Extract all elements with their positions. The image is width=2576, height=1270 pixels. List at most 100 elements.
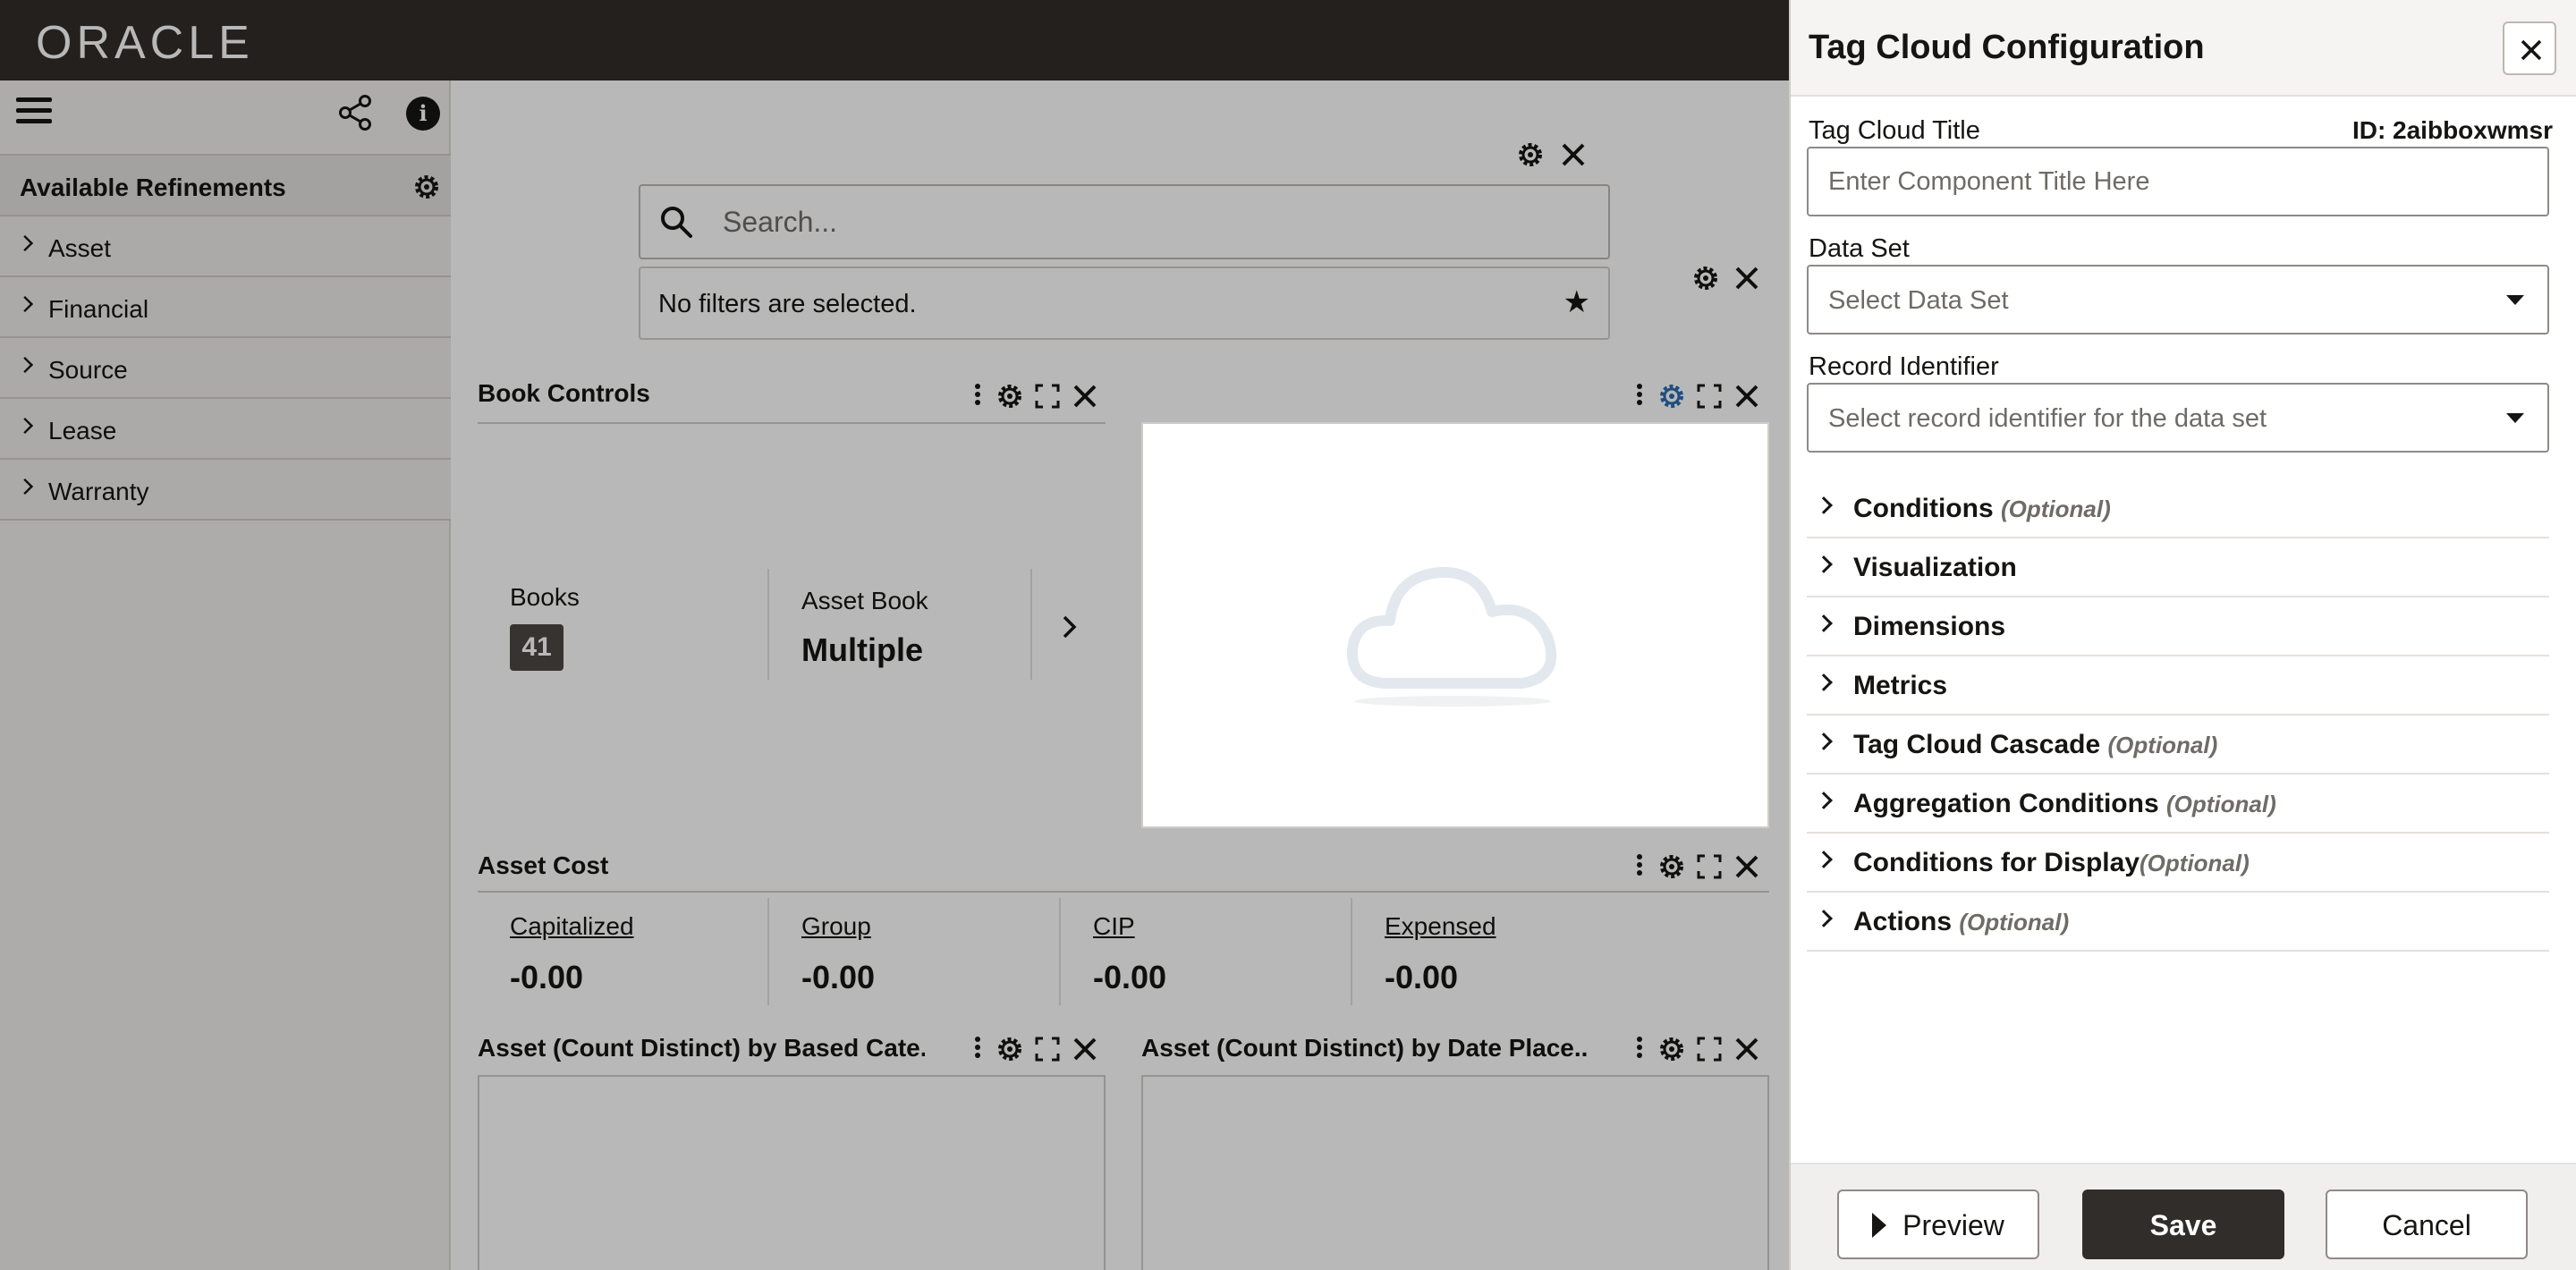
refinement-item-asset[interactable]: Asset: [0, 216, 451, 277]
gear-icon[interactable]: [1515, 140, 1546, 170]
section-dimensions[interactable]: Dimensions: [1807, 597, 2549, 656]
preview-button[interactable]: Preview: [1837, 1190, 2039, 1259]
close-icon[interactable]: [1732, 263, 1762, 293]
chevron-right-icon: [1815, 851, 1833, 868]
books-count-badge[interactable]: 41: [510, 624, 564, 671]
divider: [767, 898, 769, 1005]
more-options-icon[interactable]: [971, 381, 984, 411]
book-controls-title: Book Controls: [478, 379, 650, 407]
cip-link[interactable]: CIP: [1093, 912, 1135, 941]
section-metrics[interactable]: Metrics: [1807, 656, 2549, 715]
optional-tag: (Optional): [2140, 850, 2250, 876]
divider: [767, 569, 769, 680]
no-filters-text: No filters are selected.: [658, 290, 917, 318]
asset-book-value: Multiple: [801, 631, 923, 668]
section-conditions[interactable]: Conditions (Optional): [1807, 479, 2549, 538]
gear-icon[interactable]: [1690, 263, 1721, 293]
more-options-icon[interactable]: [1633, 1034, 1646, 1064]
section-conditions-for-display[interactable]: Conditions for Display(Optional): [1807, 834, 2549, 893]
more-options-icon[interactable]: [1633, 851, 1646, 882]
chevron-right-icon: [1815, 673, 1833, 691]
section-label: Aggregation Conditions (Optional): [1853, 789, 2276, 819]
chevron-right-icon: [1815, 496, 1833, 514]
more-options-icon[interactable]: [1633, 381, 1646, 411]
section-tag-cloud-cascade[interactable]: Tag Cloud Cascade (Optional): [1807, 715, 2549, 775]
panel-toolbar: i: [0, 80, 451, 154]
refinements-header: Available Refinements: [0, 154, 451, 216]
gear-icon[interactable]: [1657, 851, 1687, 882]
refinement-item-lease[interactable]: Lease: [0, 399, 451, 460]
section-actions[interactable]: Actions (Optional): [1807, 893, 2549, 952]
divider: [478, 891, 1769, 893]
asset-cost-title: Asset Cost: [478, 851, 609, 879]
maximize-icon[interactable]: [1694, 381, 1724, 411]
oracle-logo[interactable]: ORACLE: [36, 16, 254, 70]
info-icon[interactable]: i: [406, 97, 440, 131]
close-icon[interactable]: [1732, 851, 1762, 882]
chevron-right-icon: [1815, 910, 1833, 927]
section-name: Conditions for Display: [1853, 848, 2140, 877]
star-icon[interactable]: ★: [1563, 284, 1590, 320]
section-aggregation-conditions[interactable]: Aggregation Conditions (Optional): [1807, 775, 2549, 834]
close-icon[interactable]: [1070, 381, 1100, 411]
close-icon: [2521, 39, 2542, 61]
gear-icon[interactable]: [995, 1034, 1025, 1064]
divider: [1030, 569, 1032, 680]
section-label: Conditions for Display(Optional): [1853, 848, 2250, 878]
books-label: Books: [510, 583, 580, 611]
refinement-item-financial[interactable]: Financial: [0, 277, 451, 338]
chevron-right-icon: [16, 295, 34, 313]
close-icon[interactable]: [1558, 140, 1589, 170]
chart-left-title: Asset (Count Distinct) by Based Cate...: [478, 1034, 925, 1062]
group-link[interactable]: Group: [801, 912, 871, 941]
component-id: ID: 2aibboxwmsr: [2351, 116, 2553, 144]
tag-cloud-title-input[interactable]: [1807, 147, 2549, 216]
gear-icon[interactable]: [1657, 381, 1687, 411]
record-identifier-placeholder: Select record identifier for the data se…: [1828, 404, 2267, 433]
maximize-icon[interactable]: [1032, 1034, 1063, 1064]
refinement-label: Financial: [48, 295, 149, 323]
gear-icon[interactable]: [995, 381, 1025, 411]
hamburger-menu-icon[interactable]: [16, 91, 55, 131]
save-button[interactable]: Save: [2082, 1190, 2284, 1259]
refinements-panel: i Available Refinements Asset Financial …: [0, 80, 451, 1270]
optional-tag: (Optional): [2165, 791, 2276, 817]
share-icon[interactable]: [336, 93, 376, 132]
tag-cloud-placeholder-card[interactable]: [1141, 422, 1769, 828]
section-name: Actions: [1853, 907, 1953, 936]
section-name: Aggregation Conditions: [1853, 789, 2159, 818]
cancel-button[interactable]: Cancel: [2326, 1190, 2528, 1259]
close-icon[interactable]: [1070, 1034, 1100, 1064]
top-bar: ORACLE: [0, 0, 1789, 80]
tag-cloud-config-drawer: Tag Cloud Configuration Tag Cloud Title …: [1789, 0, 2576, 1270]
close-drawer-button[interactable]: [2503, 21, 2556, 75]
section-label: Conditions (Optional): [1853, 494, 2111, 524]
close-icon[interactable]: [1732, 1034, 1762, 1064]
maximize-icon[interactable]: [1694, 851, 1724, 882]
optional-tag: (Optional): [2107, 732, 2218, 758]
maximize-icon[interactable]: [1694, 1034, 1724, 1064]
preview-button-label: Preview: [1902, 1209, 2004, 1241]
selected-filters-bar: No filters are selected. ★: [639, 267, 1610, 340]
section-visualization[interactable]: Visualization: [1807, 538, 2549, 597]
gear-icon[interactable]: [411, 172, 442, 202]
expensed-value: -0.00: [1385, 959, 1459, 995]
search-input[interactable]: [723, 200, 1581, 243]
chevron-right-icon[interactable]: [1054, 612, 1084, 642]
cip-value: -0.00: [1093, 959, 1167, 995]
record-identifier-label: Record Identifier: [1809, 352, 1999, 381]
capitalized-link[interactable]: Capitalized: [510, 912, 634, 941]
chevron-right-icon: [16, 478, 34, 495]
refinement-item-source[interactable]: Source: [0, 338, 451, 399]
data-set-select[interactable]: Select Data Set: [1807, 265, 2549, 334]
caret-down-icon: [2506, 413, 2524, 423]
more-options-icon[interactable]: [971, 1034, 984, 1064]
record-identifier-select[interactable]: Select record identifier for the data se…: [1807, 383, 2549, 453]
gear-icon[interactable]: [1657, 1034, 1687, 1064]
refinement-item-warranty[interactable]: Warranty: [0, 460, 451, 521]
section-name: Metrics: [1853, 671, 1948, 700]
expensed-link[interactable]: Expensed: [1385, 912, 1496, 941]
section-label: Tag Cloud Cascade (Optional): [1853, 730, 2217, 760]
maximize-icon[interactable]: [1032, 381, 1063, 411]
close-icon[interactable]: [1732, 381, 1762, 411]
